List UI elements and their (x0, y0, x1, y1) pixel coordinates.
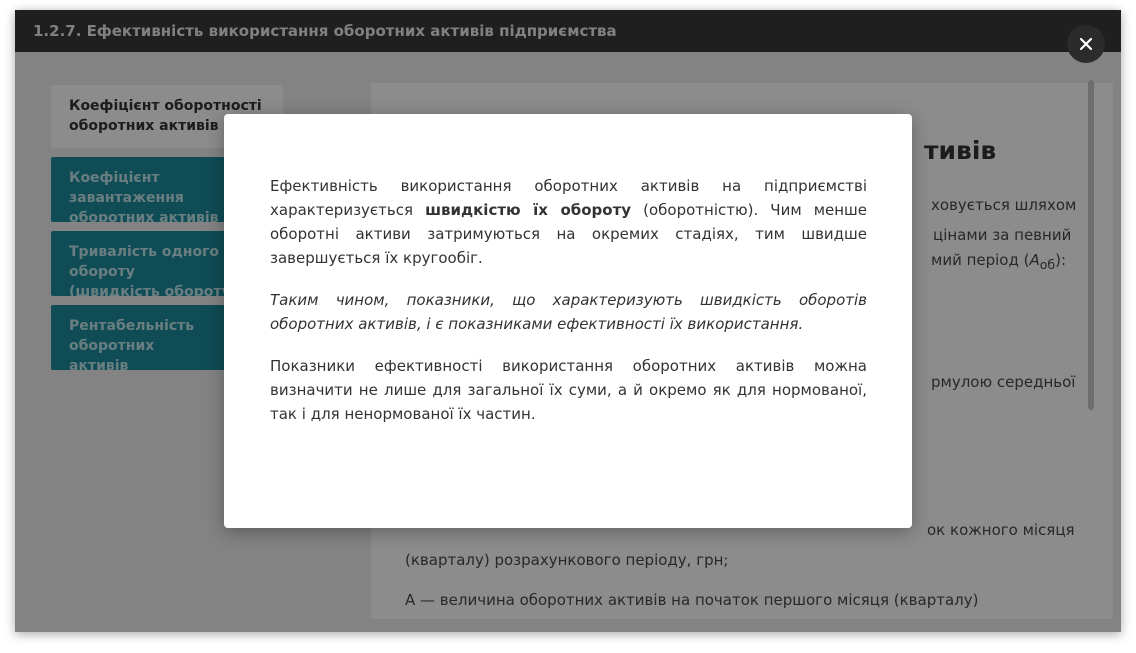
info-dialog: Ефективність використання оборотних акти… (224, 114, 912, 528)
close-icon (1079, 37, 1093, 51)
dialog-paragraph: Показники ефективності використання обор… (270, 357, 867, 423)
dialog-paragraph-italic: Таким чином, показники, що характеризуют… (270, 291, 867, 333)
dialog-body: Ефективність використання оборотних акти… (270, 174, 867, 444)
dialog-paragraph: Ефективність використання оборотних акти… (270, 177, 867, 267)
close-button[interactable] (1067, 25, 1105, 63)
